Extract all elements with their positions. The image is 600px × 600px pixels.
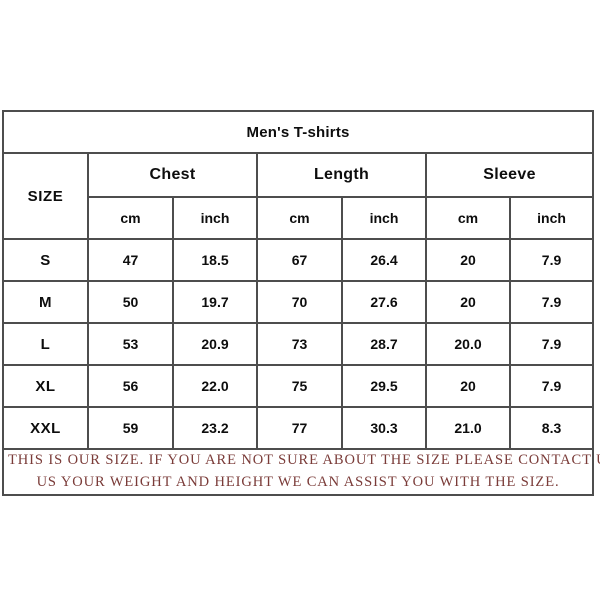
cell-sleeve-inch: 7.9 bbox=[508, 280, 595, 324]
chart-title: Men's T-shirts bbox=[1, 110, 595, 154]
table-row: S 47 18.5 67 26.4 20 7.9 bbox=[2, 238, 595, 282]
cell-sleeve-cm: 20 bbox=[425, 238, 511, 282]
cell-chest-inch: 22.0 bbox=[172, 364, 258, 408]
cell-chest-cm: 50 bbox=[87, 280, 174, 324]
cell-sleeve-inch: 7.9 bbox=[508, 238, 595, 282]
table-row: L 53 20.9 73 28.7 20.0 7.9 bbox=[2, 322, 595, 366]
cell-chest-inch: 20.9 bbox=[172, 322, 258, 366]
note-row: THIS IS OUR SIZE. IF YOU ARE NOT SURE AB… bbox=[1, 448, 600, 496]
unit-header-length-inch: inch bbox=[341, 196, 427, 240]
table-row: XXL 59 23.2 77 30.3 21.0 8.3 bbox=[2, 406, 595, 450]
cell-sleeve-cm: 20 bbox=[425, 364, 511, 408]
cell-chest-inch: 19.7 bbox=[172, 280, 258, 324]
group-header-length: Length bbox=[256, 152, 427, 198]
size-note-line-2: US YOUR WEIGHT AND HEIGHT WE CAN ASSIST … bbox=[36, 473, 560, 490]
cell-chest-cm: 59 bbox=[87, 406, 174, 450]
row-size-label: M bbox=[2, 280, 89, 324]
size-chart-table: Men's T-shirts SIZE Chest Length Sleeve … bbox=[1, 110, 600, 496]
cell-chest-cm: 53 bbox=[87, 322, 174, 366]
cell-chest-cm: 56 bbox=[87, 364, 174, 408]
table-title-row: Men's T-shirts bbox=[1, 110, 595, 154]
unit-header-chest-cm: cm bbox=[87, 196, 174, 240]
cell-length-cm: 70 bbox=[256, 280, 343, 324]
cell-sleeve-inch: 7.9 bbox=[508, 322, 595, 366]
cell-length-cm: 67 bbox=[256, 238, 343, 282]
size-chart-container: Men's T-shirts SIZE Chest Length Sleeve … bbox=[1, 110, 600, 496]
unit-header-sleeve-inch: inch bbox=[508, 196, 595, 240]
size-note: THIS IS OUR SIZE. IF YOU ARE NOT SURE AB… bbox=[1, 448, 600, 496]
cell-chest-inch: 23.2 bbox=[172, 406, 258, 450]
unit-header-row: cm inch cm inch cm inch bbox=[3, 196, 595, 240]
cell-length-inch: 27.6 bbox=[341, 280, 427, 324]
cell-length-cm: 73 bbox=[256, 322, 343, 366]
cell-sleeve-cm: 20 bbox=[425, 280, 511, 324]
unit-header-sleeve-cm: cm bbox=[425, 196, 511, 240]
size-note-line-1: THIS IS OUR SIZE. IF YOU ARE NOT SURE AB… bbox=[8, 452, 600, 468]
row-size-label: S bbox=[2, 238, 89, 282]
group-header-row: SIZE Chest Length Sleeve bbox=[2, 152, 595, 240]
row-size-label: L bbox=[2, 322, 89, 366]
cell-sleeve-inch: 7.9 bbox=[508, 364, 595, 408]
unit-header-length-cm: cm bbox=[256, 196, 343, 240]
cell-sleeve-inch: 8.3 bbox=[508, 406, 595, 450]
row-size-label: XXL bbox=[2, 406, 89, 450]
size-column-header: SIZE bbox=[2, 152, 89, 240]
table-row: XL 56 22.0 75 29.5 20 7.9 bbox=[2, 364, 595, 408]
cell-length-cm: 77 bbox=[256, 406, 343, 450]
cell-sleeve-cm: 21.0 bbox=[425, 406, 511, 450]
cell-length-inch: 28.7 bbox=[341, 322, 427, 366]
cell-length-cm: 75 bbox=[256, 364, 343, 408]
cell-chest-inch: 18.5 bbox=[172, 238, 258, 282]
unit-header-chest-inch: inch bbox=[172, 196, 258, 240]
group-header-chest: Chest bbox=[87, 152, 258, 198]
cell-length-inch: 26.4 bbox=[341, 238, 427, 282]
cell-chest-cm: 47 bbox=[87, 238, 174, 282]
cell-length-inch: 30.3 bbox=[341, 406, 427, 450]
table-row: M 50 19.7 70 27.6 20 7.9 bbox=[2, 280, 595, 324]
cell-length-inch: 29.5 bbox=[341, 364, 427, 408]
row-size-label: XL bbox=[2, 364, 89, 408]
cell-sleeve-cm: 20.0 bbox=[425, 322, 511, 366]
group-header-sleeve: Sleeve bbox=[424, 152, 595, 198]
